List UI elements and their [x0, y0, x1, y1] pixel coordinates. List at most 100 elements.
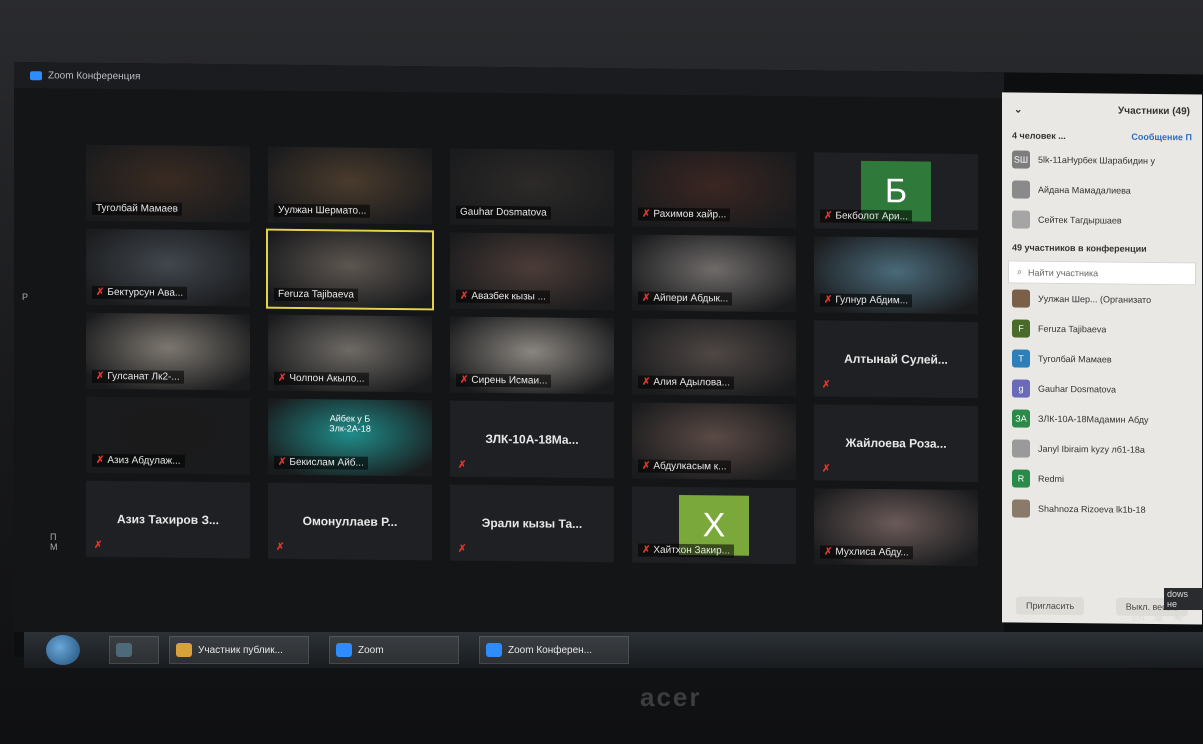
avatar — [1012, 439, 1030, 458]
app-icon — [176, 643, 192, 657]
avatar: SШ — [1012, 150, 1030, 169]
participant-name: Туголбай Мамаев — [92, 201, 182, 216]
participant-name-center: Омонуллаев Р... — [302, 514, 398, 530]
mic-off-icon: ✗ — [96, 370, 105, 382]
participant-name: ✗ Бектурсун Ава... — [92, 285, 188, 300]
volume-icon[interactable]: ◀) — [1173, 612, 1183, 623]
mic-off-icon: ✗ — [822, 463, 831, 475]
taskbar-item[interactable]: Zoom — [329, 636, 459, 664]
mic-off-icon: ✗ — [460, 374, 469, 386]
participant-tile[interactable]: ✗ Авазбек кызы ... — [450, 232, 614, 311]
participant-tile[interactable]: ✗ Рахимов хайр... — [632, 150, 796, 229]
message-link-2[interactable]: П — [1186, 132, 1192, 142]
participant-list-item[interactable]: Shahnoza Rizoeva lk1b-18 — [1002, 493, 1202, 525]
participant-tile[interactable]: Азиз Тахиров З... ✗ — [86, 480, 250, 559]
participant-list-name: Janyl Ibiraim kyzy лб1-18a — [1038, 443, 1145, 455]
mic-off-icon: ✗ — [96, 286, 105, 298]
participant-list-item[interactable]: g Gauhar Dosmatova — [1002, 373, 1202, 405]
avatar — [1012, 499, 1030, 518]
windows-popup: dows не — [1164, 588, 1203, 610]
avatar — [1012, 180, 1030, 199]
participant-tile[interactable]: ✗ Чолпон Акыло... — [268, 314, 432, 393]
participant-tile[interactable]: ✗ Гулсанат Лк2-... — [86, 312, 250, 391]
participant-list-item[interactable]: Сейтек Тагдыршаев — [1002, 204, 1202, 236]
participant-name: ✗ Хайтхон Закир... — [638, 543, 734, 558]
participant-tile[interactable]: Алтынай Сулей... ✗ — [814, 320, 978, 399]
participant-tile[interactable]: Омонуллаев Р... ✗ — [268, 482, 432, 561]
participant-list-item[interactable]: Уулжан Шер... (Организато — [1002, 283, 1202, 315]
participant-list-name: Туголбай Мамаев — [1038, 353, 1112, 365]
participant-list-item[interactable]: R Redmi — [1002, 463, 1202, 495]
participant-tile[interactable]: Жайлоева Роза... ✗ — [814, 404, 978, 483]
participant-tile[interactable]: ✗ Айпери Абдык... — [632, 234, 796, 313]
mic-off-icon: ✗ — [642, 292, 651, 304]
mic-off-icon: ✗ — [824, 546, 833, 558]
panel-title: Участники (49) — [1118, 105, 1190, 117]
participant-tile[interactable]: Эрали кызы Та... ✗ — [450, 484, 614, 563]
participant-name-center: Алтынай Сулей... — [844, 351, 948, 367]
video-grid: Туголбай Мамаев Уулжан Шермато... Gauhar D… — [86, 144, 981, 584]
participant-tile[interactable]: ✗ Бектурсун Ава... — [86, 228, 250, 307]
participant-tile[interactable]: ✗ Гулнур Абдим... — [814, 236, 978, 315]
participant-tile[interactable]: Уулжан Шермато... — [268, 146, 432, 225]
waiting-list: SШ 5lk-11aНурбек Шарабидин у Айдана Мамада… — [1002, 144, 1202, 236]
mic-off-icon: ✗ — [642, 544, 651, 556]
participant-name: ✗ Алия Адылова... — [638, 375, 734, 390]
participant-list-item[interactable]: Айдана Мамадалиева — [1002, 174, 1202, 206]
avatar: R — [1012, 469, 1030, 488]
invite-button[interactable]: Пригласить — [1016, 596, 1085, 616]
participant-list-item[interactable]: SШ 5lk-11aНурбек Шарабидин у — [1002, 144, 1202, 176]
participant-name: ✗ Сирень Исмаи... — [456, 373, 552, 388]
participant-list-item[interactable]: Janyl Ibiraim kyzy лб1-18a — [1002, 433, 1202, 465]
waiting-count: 4 человек ... — [1012, 130, 1066, 142]
window-title: Zoom Конференция — [48, 69, 141, 82]
participant-tile[interactable]: ЗЛК-10А-18Ма... ✗ — [450, 400, 614, 479]
participant-name: ✗ Азиз Абдулаж... — [92, 453, 185, 468]
avatar — [1012, 210, 1030, 229]
participant-list-name: Shahnoza Rizoeva lk1b-18 — [1038, 503, 1146, 515]
participant-list-name: Уулжан Шер... (Организато — [1038, 293, 1152, 305]
participant-tile[interactable]: Feruza Tajibaeva — [266, 228, 434, 311]
chevron-down-icon[interactable]: ⌄ — [1014, 104, 1022, 115]
taskbar-item-label: Zoom Конферен... — [508, 644, 593, 656]
participant-name-center: ЗЛК-10А-18Ма... — [485, 431, 579, 447]
participant-tile[interactable]: ✗ Сирень Исмаи... — [450, 316, 614, 395]
participant-list-name: Сейтек Тагдыршаев — [1038, 214, 1122, 226]
participant-name: ✗ Абдулкасым к... — [638, 459, 731, 474]
message-link[interactable]: Сообщение — [1131, 132, 1183, 143]
participant-tile[interactable]: ✗ Азиз Абдулаж... — [86, 396, 250, 475]
participant-list-name: Gauhar Dosmatova — [1038, 383, 1117, 395]
taskbar-item[interactable]: Zoom Конферен... — [479, 636, 629, 664]
search-input[interactable]: ⌕ Найти участника — [1008, 260, 1196, 286]
participant-tile[interactable]: Б ✗ Бекболот Ари... — [814, 152, 978, 231]
avatar — [1012, 289, 1030, 308]
participant-list-item[interactable]: ЗА ЗЛК-10А-18Мадамин Абду — [1002, 403, 1202, 435]
participant-name: ✗ Бекислам Айб... — [274, 455, 368, 470]
participant-list-name: Redmi — [1038, 473, 1065, 484]
video-overlay-text: Айбек у Б Злк-2А-18 — [329, 413, 371, 434]
participant-tile[interactable]: Айбек у Б Злк-2А-18 ✗ Бекислам Айб... — [268, 398, 432, 477]
participant-list-item[interactable]: F Feruza Tajibaeva — [1002, 313, 1202, 345]
language-indicator[interactable]: EN — [1132, 613, 1145, 623]
zoom-window: Zoom Конференция Туголбай Мамаев Уулжан Ш… — [14, 62, 1004, 643]
search-icon: ⌕ — [1017, 266, 1023, 277]
start-button[interactable] — [46, 635, 80, 665]
participant-tile[interactable]: Туголбай Мамаев — [86, 144, 250, 223]
participant-tile[interactable]: ✗ Мухлиса Абду... — [814, 488, 978, 567]
participant-tile[interactable]: Gauhar Dosmatova — [450, 148, 614, 227]
participant-tile[interactable]: ✗ Алия Адылова... — [632, 318, 796, 397]
avatar: ЗА — [1012, 409, 1030, 428]
taskbar-item[interactable]: Участник публик... — [169, 636, 309, 664]
zoom-logo-icon — [30, 70, 42, 80]
participants-panel: ⌄ Участники (49) 4 человек ... Сообщение… — [1002, 92, 1202, 625]
taskbar-item-tool[interactable] — [109, 636, 159, 664]
participant-list-item[interactable]: Т Туголбай Мамаев — [1002, 343, 1202, 375]
participant-name: Уулжан Шермато... — [274, 203, 371, 218]
mic-off-icon: ✗ — [822, 379, 831, 391]
network-icon[interactable]: ▦ — [1155, 612, 1164, 623]
mic-off-icon: ✗ — [96, 454, 105, 466]
participant-name-center: Жайлоева Роза... — [845, 435, 947, 451]
participant-tile[interactable]: ✗ Абдулкасым к... — [632, 402, 796, 481]
waiting-room-row: 4 человек ... Сообщение П — [1002, 126, 1202, 146]
participant-tile[interactable]: X ✗ Хайтхон Закир... — [632, 486, 796, 565]
